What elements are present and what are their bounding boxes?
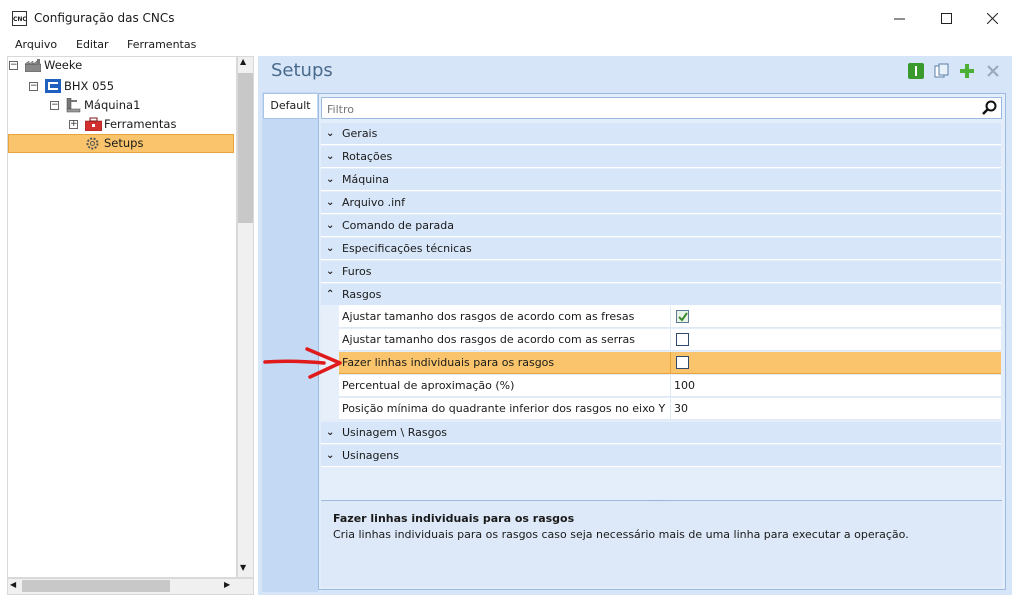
search-icon[interactable]: [982, 100, 998, 116]
tree-hscroll-thumb[interactable]: [22, 580, 170, 592]
cnc-machine-icon: [66, 98, 81, 113]
description-title: Fazer linhas individuais para os rasgos: [333, 512, 575, 525]
tree-item-maquina1[interactable]: Máquina1: [84, 96, 140, 115]
tree-item-ferramentas[interactable]: Ferramentas: [104, 115, 176, 134]
description-text: Cria linhas individuais para os rasgos c…: [333, 528, 909, 541]
column-divider: [670, 329, 671, 350]
category-label: Comando de parada: [342, 219, 455, 232]
property-name: Ajustar tamanho dos rasgos de acordo com…: [342, 333, 635, 346]
scroll-down-icon[interactable]: ▼: [240, 563, 246, 572]
chevron-down-icon: ⌄: [326, 197, 335, 208]
scroll-left-icon[interactable]: ◀: [10, 580, 16, 589]
close-button[interactable]: [969, 0, 1015, 36]
category-comando-parada[interactable]: ⌄ Comando de parada: [321, 215, 1001, 237]
filter-box: [321, 97, 1002, 119]
category-maquina[interactable]: ⌄ Máquina: [321, 169, 1001, 191]
property-value[interactable]: 100: [674, 375, 695, 397]
copy-icon[interactable]: [934, 63, 950, 79]
gear-icon: [86, 137, 99, 150]
chevron-down-icon: ⌄: [326, 151, 335, 162]
app-icon: CNC: [12, 11, 27, 26]
category-usinagem-rasgos[interactable]: ⌄ Usinagem \ Rasgos: [321, 422, 1001, 444]
add-icon[interactable]: [959, 63, 975, 79]
property-checkbox[interactable]: [676, 356, 689, 369]
delete-icon[interactable]: [985, 63, 1001, 79]
checkmark-icon: [678, 312, 688, 322]
category-label: Especificações técnicas: [342, 242, 472, 255]
filter-input[interactable]: [325, 100, 979, 118]
scroll-right-icon[interactable]: ▶: [224, 580, 230, 589]
category-label: Rotações: [342, 150, 393, 163]
menu-ferramentas[interactable]: Ferramentas: [127, 38, 196, 51]
category-label: Usinagem \ Rasgos: [342, 426, 448, 439]
tree-vscroll-thumb[interactable]: [238, 73, 253, 223]
chevron-down-icon: ⌄: [326, 266, 335, 277]
chevron-down-icon: ⌄: [326, 450, 335, 461]
export-icon[interactable]: [908, 63, 924, 79]
tab-column: [262, 92, 318, 592]
tab-default[interactable]: Default: [263, 93, 317, 119]
property-name: Fazer linhas individuais para os rasgos: [342, 356, 555, 369]
tree-item-setups[interactable]: Setups: [104, 134, 143, 153]
column-divider: [670, 306, 671, 327]
menu-arquivo[interactable]: Arquivo: [15, 38, 57, 51]
property-row[interactable]: Ajustar tamanho dos rasgos de acordo com…: [339, 306, 1001, 328]
close-icon: [986, 12, 998, 24]
toolbox-icon: [85, 117, 102, 131]
collapse-maquina1[interactable]: −: [50, 101, 59, 110]
property-value[interactable]: 30: [674, 398, 688, 420]
machine-brand-icon: [45, 79, 61, 93]
category-label: Furos: [342, 265, 372, 278]
menu-editar[interactable]: Editar: [76, 38, 109, 51]
collapse-weeke[interactable]: −: [9, 61, 18, 70]
collapse-bhx055[interactable]: −: [29, 82, 38, 91]
minimize-icon: [893, 18, 905, 19]
property-name: Ajustar tamanho dos rasgos de acordo com…: [342, 310, 635, 323]
property-row[interactable]: Percentual de aproximação (%) 100: [339, 375, 1001, 397]
chevron-down-icon: ⌄: [326, 427, 335, 438]
maximize-button[interactable]: [923, 0, 969, 36]
category-label: Rasgos: [342, 288, 382, 301]
category-usinagens[interactable]: ⌄ Usinagens: [321, 445, 1001, 467]
factory-icon: [25, 59, 41, 72]
window-title: Configuração das CNCs: [34, 11, 175, 25]
property-checkbox[interactable]: [676, 310, 689, 323]
expand-ferramentas[interactable]: +: [69, 120, 78, 129]
tree-item-weeke[interactable]: Weeke: [44, 56, 82, 75]
category-arquivo-inf[interactable]: ⌄ Arquivo .inf: [321, 192, 1001, 214]
minimize-button[interactable]: [876, 0, 922, 36]
column-divider: [670, 398, 671, 419]
chevron-down-icon: ⌄: [326, 174, 335, 185]
chevron-down-icon: ⌄: [326, 128, 335, 139]
category-rasgos[interactable]: ⌃ Rasgos: [321, 284, 1001, 306]
annotation-arrow-icon: [263, 347, 342, 379]
scroll-up-icon[interactable]: ▲: [240, 57, 246, 66]
page-title: Setups: [271, 60, 333, 81]
column-divider: [670, 375, 671, 396]
property-name: Percentual de aproximação (%): [342, 379, 515, 392]
splitter-grip[interactable]: ·····: [650, 497, 666, 505]
property-row[interactable]: Posição mínima do quadrante inferior dos…: [339, 398, 1001, 420]
maximize-icon: [940, 12, 952, 24]
category-rotacoes[interactable]: ⌄ Rotações: [321, 146, 1001, 168]
property-row[interactable]: Ajustar tamanho dos rasgos de acordo com…: [339, 329, 1001, 351]
category-gerais[interactable]: ⌄ Gerais: [321, 123, 1001, 145]
property-row-selected[interactable]: Fazer linhas individuais para os rasgos: [339, 352, 1001, 374]
chevron-down-icon: ⌄: [326, 243, 335, 254]
category-label: Usinagens: [342, 449, 400, 462]
tree-item-bhx055[interactable]: BHX 055: [64, 77, 114, 96]
category-label: Máquina: [342, 173, 389, 186]
category-label: Gerais: [342, 127, 378, 140]
property-checkbox[interactable]: [676, 333, 689, 346]
column-divider: [670, 352, 671, 373]
category-label: Arquivo .inf: [342, 196, 405, 209]
chevron-up-icon: ⌃: [326, 289, 335, 300]
chevron-down-icon: ⌄: [326, 220, 335, 231]
category-especificacoes[interactable]: ⌄ Especificações técnicas: [321, 238, 1001, 260]
property-name: Posição mínima do quadrante inferior dos…: [342, 402, 666, 415]
category-furos[interactable]: ⌄ Furos: [321, 261, 1001, 283]
